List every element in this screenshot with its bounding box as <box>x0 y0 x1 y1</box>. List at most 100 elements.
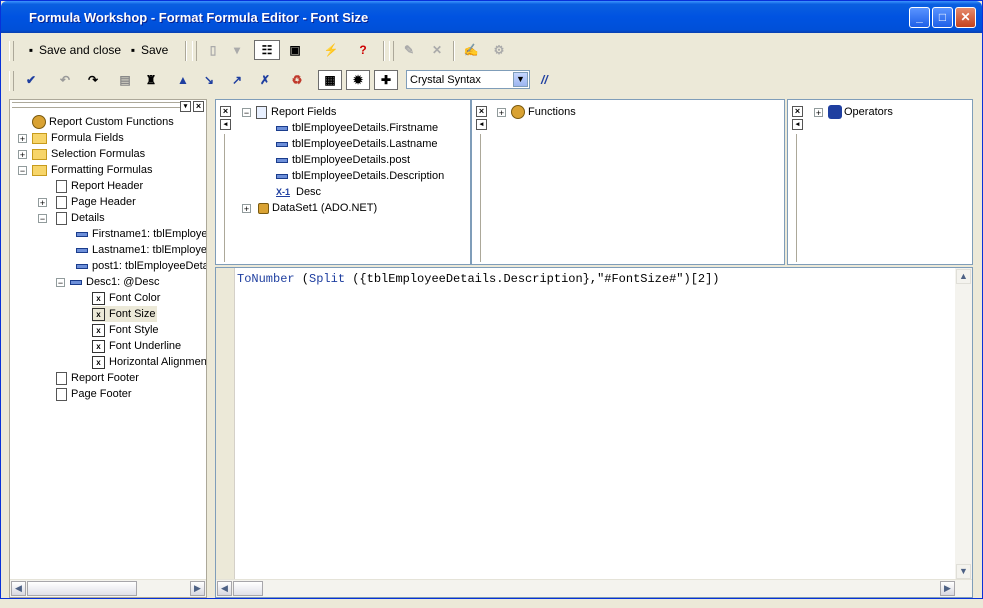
expand-icon[interactable]: + <box>38 198 47 208</box>
scroll-right-icon[interactable]: ▶ <box>940 581 955 596</box>
scroll-thumb[interactable] <box>233 581 263 596</box>
formula-tree-panel: ▾ × Report Custom Functions + Formula Fi… <box>9 99 207 598</box>
tree-item-report-footer[interactable]: Report Footer <box>56 370 139 386</box>
expand-icon[interactable]: + <box>18 134 27 144</box>
tree-item-field[interactable]: tblEmployeeDetails.post <box>276 152 410 168</box>
toolbar-grip[interactable] <box>9 41 14 61</box>
use-editor-button[interactable]: ✍ <box>463 40 479 60</box>
scroll-left-icon[interactable]: ◀ <box>217 581 232 596</box>
panel-menu-button[interactable]: ▾ <box>180 101 191 112</box>
tree-item-details[interactable]: Details <box>56 210 105 226</box>
tree-item-dataset[interactable]: DataSet1 (ADO.NET) <box>258 200 377 216</box>
previous-bookmark-button[interactable]: ↗ <box>229 70 245 90</box>
collapse-icon[interactable]: − <box>18 166 27 176</box>
scroll-thumb[interactable] <box>27 581 137 596</box>
tree-item-lastname-field[interactable]: Lastname1: tblEmploye <box>76 242 206 258</box>
tree-item-field[interactable]: tblEmployeeDetails.Description <box>276 168 444 184</box>
check-button[interactable]: ✔ <box>23 70 39 90</box>
collapse-icon[interactable]: − <box>38 214 47 224</box>
use-expert-button[interactable]: ⚙ <box>491 40 507 60</box>
panel-close-button[interactable]: × <box>220 106 231 117</box>
tree-item-font-size[interactable]: x Font Size <box>92 306 158 322</box>
expand-icon[interactable]: + <box>497 108 506 118</box>
tree-item-font-style[interactable]: x Font Style <box>92 322 159 338</box>
tree-item-formula-field[interactable]: X-1 Desc <box>276 184 321 200</box>
panel-close-button[interactable]: × <box>792 106 803 117</box>
sort-trees-button[interactable]: ♻ <box>289 70 305 90</box>
tree-item-label: Page Header <box>71 196 136 208</box>
expert-button[interactable]: ⚡ <box>323 40 339 60</box>
properties-button[interactable]: ▣ <box>287 40 303 60</box>
tree-item-report-header[interactable]: Report Header <box>56 178 143 194</box>
help-button[interactable]: ? <box>355 40 371 60</box>
save-button[interactable]: ▪ Save <box>125 40 169 60</box>
tree-item-firstname-field[interactable]: Firstname1: tblEmploye <box>76 226 206 242</box>
panel-close-button[interactable]: × <box>193 101 204 112</box>
tree-item-desc-field[interactable]: Desc1: @Desc <box>70 274 160 290</box>
tree-item-formula-fields[interactable]: Formula Fields <box>32 130 124 146</box>
minimize-button[interactable]: _ <box>909 7 930 28</box>
tree-item-label: Desc <box>296 186 322 198</box>
tree-item-operators[interactable]: Operators <box>828 104 893 120</box>
undo-button[interactable]: ↶ <box>57 70 73 90</box>
show-fields-tree-button[interactable]: ▦ <box>318 70 342 90</box>
clear-bookmarks-button[interactable]: ✗ <box>257 70 273 90</box>
tree-item-page-header[interactable]: Page Header <box>56 194 136 210</box>
scroll-down-icon[interactable]: ▼ <box>956 564 971 579</box>
tree-item-selection-formulas[interactable]: Selection Formulas <box>32 146 145 162</box>
formula-editor[interactable]: ToNumber (Split ({tblEmployeeDetails.Des… <box>215 267 973 598</box>
tree-item-formatting-formulas[interactable]: Formatting Formulas <box>32 162 152 178</box>
chevron-down-icon: ▾ <box>233 43 241 57</box>
panel-collapse-button[interactable]: ◂ <box>792 119 803 130</box>
toolbar-grip[interactable] <box>9 71 14 91</box>
formula-text[interactable]: ToNumber (Split ({tblEmployeeDetails.Des… <box>237 272 720 286</box>
vertical-splitter[interactable] <box>207 99 213 598</box>
browse-data-button[interactable]: ▤ <box>117 70 133 90</box>
find-button[interactable]: ♜ <box>143 70 159 90</box>
redo-button[interactable]: ↷ <box>85 70 101 90</box>
toolbar-grip[interactable] <box>389 41 394 61</box>
tree-horizontal-scrollbar[interactable]: ◀ ▶ <box>10 579 206 597</box>
show-functions-tree-button[interactable]: ✹ <box>346 70 370 90</box>
tree-item-font-color[interactable]: x Font Color <box>92 290 160 306</box>
tree-item-field[interactable]: tblEmployeeDetails.Firstname <box>276 120 438 136</box>
panel-close-button[interactable]: × <box>476 106 487 117</box>
tree-item-page-footer[interactable]: Page Footer <box>56 386 132 402</box>
panel-collapse-button[interactable]: ◂ <box>220 119 231 130</box>
expand-icon[interactable]: + <box>242 204 251 214</box>
scroll-right-icon[interactable]: ▶ <box>190 581 205 596</box>
tree-item-field[interactable]: tblEmployeeDetails.Lastname <box>276 136 438 152</box>
panel-collapse-button[interactable]: ◂ <box>476 119 487 130</box>
toggle-tree-button[interactable]: ☷ <box>254 40 280 60</box>
tree-item-functions[interactable]: Functions <box>511 104 576 120</box>
tree-view-icon: ☷ <box>261 43 273 57</box>
formula-icon: x <box>92 323 105 337</box>
rename-button[interactable]: ✎ <box>401 40 417 60</box>
tree-item-horizontal-alignment[interactable]: x Horizontal Alignment <box>92 354 206 370</box>
expand-icon[interactable]: + <box>814 108 823 118</box>
collapse-icon[interactable]: − <box>242 108 251 118</box>
new-dropdown-arrow[interactable]: ▾ <box>233 40 241 60</box>
maximize-button[interactable]: □ <box>932 7 953 28</box>
save-and-close-button[interactable]: ▪ Save and close <box>23 40 121 60</box>
comment-button[interactable]: // <box>541 70 548 90</box>
tree-item-report-fields[interactable]: Report Fields <box>256 104 336 120</box>
editor-horizontal-scrollbar[interactable]: ◀ ▶ <box>216 579 972 597</box>
scroll-left-icon[interactable]: ◀ <box>11 581 26 596</box>
panel-grip[interactable] <box>12 102 182 108</box>
new-button[interactable]: ▯ <box>205 40 221 60</box>
scroll-up-icon[interactable]: ▲ <box>956 269 971 284</box>
expand-icon[interactable]: + <box>18 150 27 160</box>
toolbar-grip[interactable] <box>192 41 197 61</box>
close-button[interactable]: ✕ <box>955 7 976 28</box>
collapse-icon[interactable]: − <box>56 278 65 288</box>
delete-button[interactable]: ✕ <box>429 40 445 60</box>
tree-item-post-field[interactable]: post1: tblEmployeeDeta <box>76 258 206 274</box>
toggle-bookmark-button[interactable]: ▲ <box>175 70 191 90</box>
tree-item-font-underline[interactable]: x Font Underline <box>92 338 181 354</box>
show-operators-tree-button[interactable]: ✚ <box>374 70 398 90</box>
tree-item-report-custom-functions[interactable]: Report Custom Functions <box>32 114 174 130</box>
editor-vertical-scrollbar[interactable]: ▲ ▼ <box>955 268 972 580</box>
syntax-select[interactable]: Crystal Syntax ▼ <box>406 70 530 89</box>
next-bookmark-button[interactable]: ↘ <box>201 70 217 90</box>
